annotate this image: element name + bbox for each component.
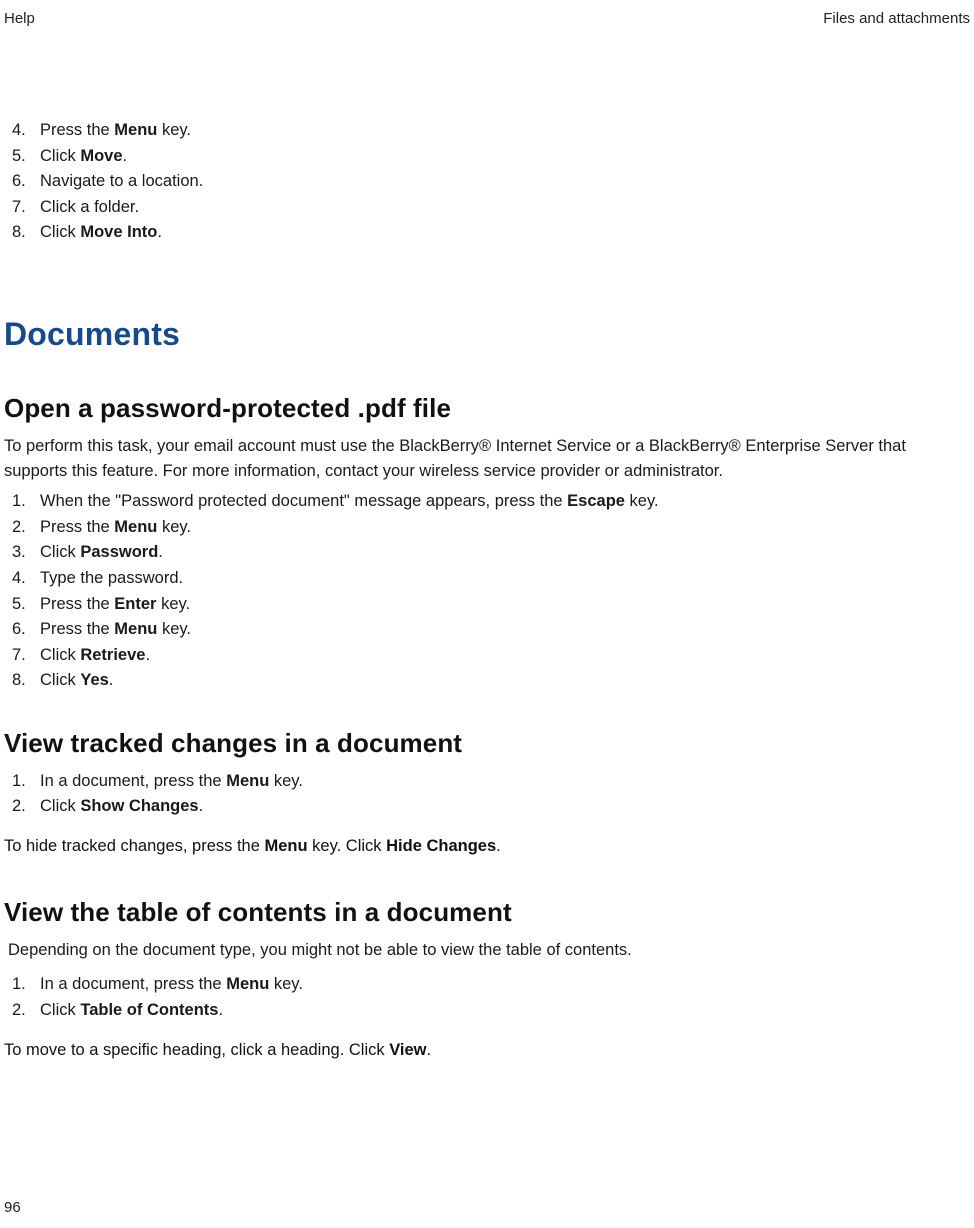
subsection-table-of-contents: View the table of contents in a document <box>4 897 970 928</box>
step-text: Navigate to a location. <box>40 169 970 195</box>
list-item: 8.Click Move Into. <box>12 220 970 246</box>
step-number: 1. <box>12 769 40 795</box>
step-number: 1. <box>12 489 40 515</box>
step-text: Click Password. <box>40 540 970 566</box>
list-item: 1.In a document, press the Menu key. <box>12 972 970 998</box>
step-number: 4. <box>12 118 40 144</box>
header-right: Files and attachments <box>823 10 970 27</box>
step-text: Click a folder. <box>40 195 970 221</box>
step-number: 1. <box>12 972 40 998</box>
list-item: 3.Click Password. <box>12 540 970 566</box>
step-text: Click Table of Contents. <box>40 998 970 1024</box>
list-item: 2.Click Show Changes. <box>12 794 970 820</box>
list-item: 2.Press the Menu key. <box>12 515 970 541</box>
sub1-steps-list: 1.When the "Password protected document"… <box>4 489 970 694</box>
page-header: Help Files and attachments <box>0 10 974 27</box>
step-number: 8. <box>12 220 40 246</box>
step-text: Press the Enter key. <box>40 592 970 618</box>
step-text: Click Show Changes. <box>40 794 970 820</box>
paragraph: To move to a specific heading, click a h… <box>4 1038 970 1063</box>
paragraph: Depending on the document type, you migh… <box>8 938 970 963</box>
sub2-steps-list: 1.In a document, press the Menu key. 2.C… <box>4 769 970 820</box>
list-item: 8.Click Yes. <box>12 668 970 694</box>
list-item: 6.Navigate to a location. <box>12 169 970 195</box>
step-text: Click Yes. <box>40 668 970 694</box>
step-text: In a document, press the Menu key. <box>40 972 970 998</box>
paragraph: To hide tracked changes, press the Menu … <box>4 834 970 859</box>
step-number: 7. <box>12 643 40 669</box>
step-text: Press the Menu key. <box>40 515 970 541</box>
step-text: In a document, press the Menu key. <box>40 769 970 795</box>
step-number: 2. <box>12 515 40 541</box>
step-text: Press the Menu key. <box>40 118 970 144</box>
step-number: 3. <box>12 540 40 566</box>
step-number: 8. <box>12 668 40 694</box>
paragraph: To perform this task, your email account… <box>4 434 970 484</box>
step-number: 7. <box>12 195 40 221</box>
step-text: Click Retrieve. <box>40 643 970 669</box>
step-text: Click Move Into. <box>40 220 970 246</box>
step-number: 4. <box>12 566 40 592</box>
step-number: 2. <box>12 794 40 820</box>
list-item: 5.Click Move. <box>12 144 970 170</box>
step-text: Press the Menu key. <box>40 617 970 643</box>
subsection-open-pdf: Open a password-protected .pdf file <box>4 393 970 424</box>
list-item: 2.Click Table of Contents. <box>12 998 970 1024</box>
step-number: 6. <box>12 169 40 195</box>
step-number: 5. <box>12 144 40 170</box>
step-number: 6. <box>12 617 40 643</box>
list-item: 1.In a document, press the Menu key. <box>12 769 970 795</box>
list-item: 4.Press the Menu key. <box>12 118 970 144</box>
page-content: 4.Press the Menu key. 5.Click Move. 6.Na… <box>4 118 970 1062</box>
step-number: 5. <box>12 592 40 618</box>
header-left: Help <box>4 10 35 27</box>
section-heading-documents: Documents <box>4 316 970 353</box>
step-text: Type the password. <box>40 566 970 592</box>
list-item: 4.Type the password. <box>12 566 970 592</box>
intro-steps-list: 4.Press the Menu key. 5.Click Move. 6.Na… <box>4 118 970 246</box>
list-item: 5.Press the Enter key. <box>12 592 970 618</box>
subsection-tracked-changes: View tracked changes in a document <box>4 728 970 759</box>
sub3-steps-list: 1.In a document, press the Menu key. 2.C… <box>4 972 970 1023</box>
list-item: 1.When the "Password protected document"… <box>12 489 970 515</box>
list-item: 6.Press the Menu key. <box>12 617 970 643</box>
step-number: 2. <box>12 998 40 1024</box>
page-number: 96 <box>4 1199 21 1216</box>
list-item: 7.Click Retrieve. <box>12 643 970 669</box>
step-text: Click Move. <box>40 144 970 170</box>
step-text: When the "Password protected document" m… <box>40 489 970 515</box>
list-item: 7.Click a folder. <box>12 195 970 221</box>
